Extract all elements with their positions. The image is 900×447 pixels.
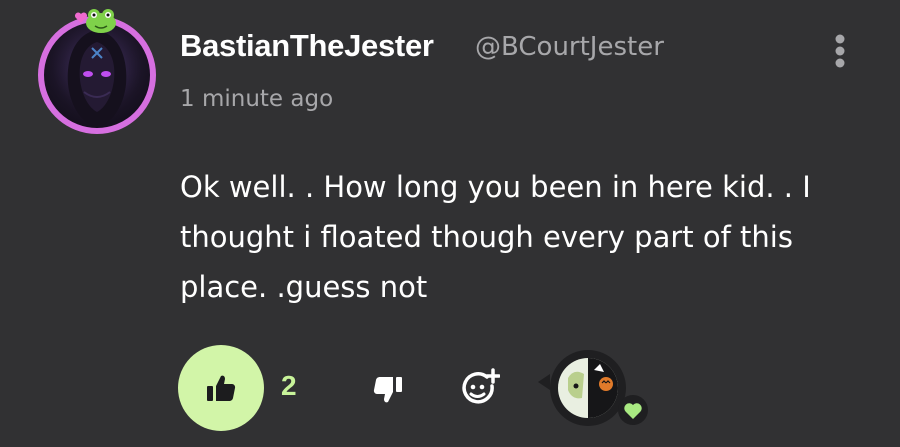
- add-reaction-icon: [462, 368, 500, 404]
- comment-body: Ok well. . How long you been in here kid…: [180, 170, 811, 304]
- thumbs-up-icon: [207, 375, 236, 401]
- reactor-avatar-image: [538, 350, 648, 426]
- like-button[interactable]: [178, 345, 264, 431]
- thumbs-down-icon: [373, 377, 402, 403]
- like-count: 2: [281, 370, 297, 401]
- hooded-figure-icon: [44, 22, 150, 128]
- username[interactable]: BastianTheJester: [180, 28, 434, 64]
- frog-badge-icon: [86, 9, 116, 33]
- avatar[interactable]: [38, 9, 156, 134]
- timestamp: 1 minute ago: [180, 86, 334, 112]
- dislike-button[interactable]: [368, 370, 408, 410]
- more-options-button[interactable]: [822, 30, 858, 72]
- user-handle[interactable]: @BCourtJester: [475, 32, 664, 62]
- heart-badge-icon: [74, 12, 88, 23]
- add-reaction-button[interactable]: [458, 366, 502, 410]
- vertical-dots-icon: [835, 34, 845, 68]
- reactor-avatar[interactable]: [538, 350, 650, 430]
